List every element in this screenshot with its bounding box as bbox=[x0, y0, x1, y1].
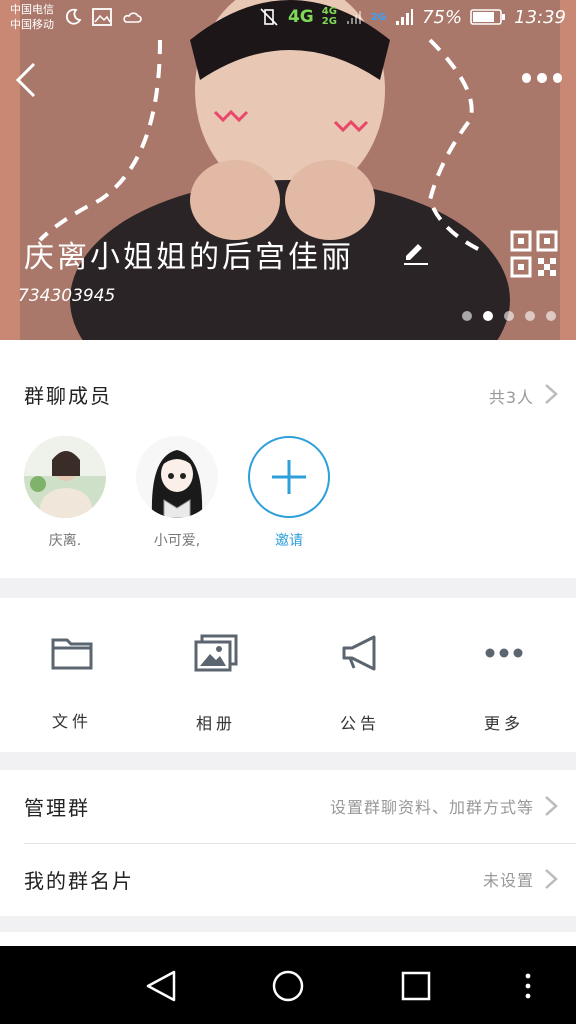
avatar-photo bbox=[24, 436, 106, 518]
chevron-right-icon[interactable] bbox=[544, 383, 558, 405]
settings-list: 管理群 设置群聊资料、加群方式等 我的群名片 未设置 bbox=[0, 770, 576, 916]
member-name: 庆离. bbox=[48, 533, 82, 549]
mini-network-stack: 4G 2G bbox=[322, 7, 337, 27]
dot-icon bbox=[537, 73, 547, 83]
image-icon bbox=[92, 8, 112, 26]
carrier-labels: 中国电信 中国移动 bbox=[10, 2, 54, 32]
carrier-label: 中国移动 bbox=[10, 18, 54, 31]
tool-files[interactable]: 文件 bbox=[22, 634, 122, 732]
more-dots-icon bbox=[485, 648, 523, 658]
tool-album[interactable]: 相册 bbox=[166, 634, 266, 734]
mini-network-label: 2G bbox=[370, 11, 387, 23]
nav-home-icon[interactable] bbox=[268, 968, 308, 1004]
battery-percent: 75% bbox=[422, 6, 463, 28]
qr-code-button[interactable] bbox=[510, 230, 558, 278]
nav-recents-icon[interactable] bbox=[396, 968, 436, 1004]
plus-icon bbox=[272, 460, 306, 494]
members-title: 群聊成员 bbox=[24, 384, 112, 408]
carousel-indicator bbox=[462, 311, 556, 321]
navigation-bar bbox=[0, 946, 576, 1024]
tool-label: 更多 bbox=[483, 714, 524, 733]
more-options-button[interactable] bbox=[522, 70, 562, 86]
member-avatar[interactable] bbox=[24, 436, 106, 518]
member-avatar[interactable] bbox=[136, 436, 218, 518]
signal-icon bbox=[396, 9, 414, 25]
status-notification-icons bbox=[64, 8, 142, 26]
row-title: 管理群 bbox=[24, 796, 90, 820]
carousel-dot-active bbox=[483, 311, 493, 321]
row-title: 我的群名片 bbox=[24, 869, 134, 893]
group-card-row[interactable]: 我的群名片 未设置 bbox=[0, 843, 576, 916]
group-name: 庆离小姐姐的后宫佳丽 bbox=[24, 240, 354, 275]
group-cover: 中国电信 中国移动 4G 4G 2G 2G 75% 13:39 庆离小姐姐的后宫… bbox=[0, 0, 576, 340]
moon-icon bbox=[65, 8, 82, 25]
group-tools: 文件 相册 公告 更多 bbox=[0, 598, 576, 752]
back-button[interactable] bbox=[12, 62, 40, 98]
folder-icon bbox=[51, 638, 93, 670]
dot-icon bbox=[522, 73, 532, 83]
chevron-right-icon bbox=[545, 869, 558, 889]
nav-back-icon[interactable] bbox=[142, 968, 182, 1004]
invite-button[interactable] bbox=[248, 436, 330, 518]
nav-menu-icon[interactable] bbox=[508, 968, 548, 1004]
group-profile-screen: 中国电信 中国移动 4G 4G 2G 2G 75% 13:39 庆离小姐姐的后宫… bbox=[0, 0, 576, 1024]
clock: 13:39 bbox=[514, 6, 566, 28]
photo-album-icon bbox=[194, 634, 238, 672]
carrier-label: 中国电信 bbox=[10, 3, 54, 16]
weather-icon bbox=[123, 12, 142, 23]
status-bar: 中国电信 中国移动 4G 4G 2G 2G 75% 13:39 bbox=[0, 0, 576, 40]
mini-network-label: 2G bbox=[321, 16, 337, 27]
row-value: 未设置 bbox=[482, 871, 534, 890]
members-section: 群聊成员 共3人 庆离. 小可爱, 邀请 bbox=[0, 340, 576, 578]
invite-label[interactable]: 邀请 bbox=[239, 530, 339, 550]
tool-announcement[interactable]: 公告 bbox=[310, 634, 410, 734]
tool-label: 文件 bbox=[51, 712, 92, 731]
tool-label: 公告 bbox=[339, 714, 380, 733]
signal-icon bbox=[346, 11, 361, 24]
member-name: 小可爱, bbox=[153, 533, 201, 549]
dot-icon bbox=[552, 73, 562, 83]
manage-group-row[interactable]: 管理群 设置群聊资料、加群方式等 bbox=[0, 770, 576, 844]
carousel-dot bbox=[504, 311, 514, 321]
group-id: 734303945 bbox=[18, 286, 116, 306]
carousel-dot bbox=[462, 311, 472, 321]
vibrate-icon bbox=[260, 8, 278, 26]
network-type: 4G bbox=[287, 7, 314, 27]
tool-label: 相册 bbox=[195, 714, 236, 733]
carousel-dot bbox=[546, 311, 556, 321]
megaphone-icon bbox=[342, 635, 376, 671]
status-system-icons: 4G 4G 2G 2G 75% 13:39 bbox=[258, 6, 566, 28]
avatar-illustration bbox=[136, 436, 218, 518]
carousel-dot bbox=[525, 311, 535, 321]
edit-name-icon[interactable] bbox=[402, 240, 428, 266]
chevron-right-icon bbox=[545, 796, 558, 816]
battery-icon bbox=[470, 9, 506, 25]
member-count[interactable]: 共3人 bbox=[489, 384, 534, 408]
row-value: 设置群聊资料、加群方式等 bbox=[329, 798, 534, 817]
tool-more[interactable]: 更多 bbox=[454, 634, 554, 734]
